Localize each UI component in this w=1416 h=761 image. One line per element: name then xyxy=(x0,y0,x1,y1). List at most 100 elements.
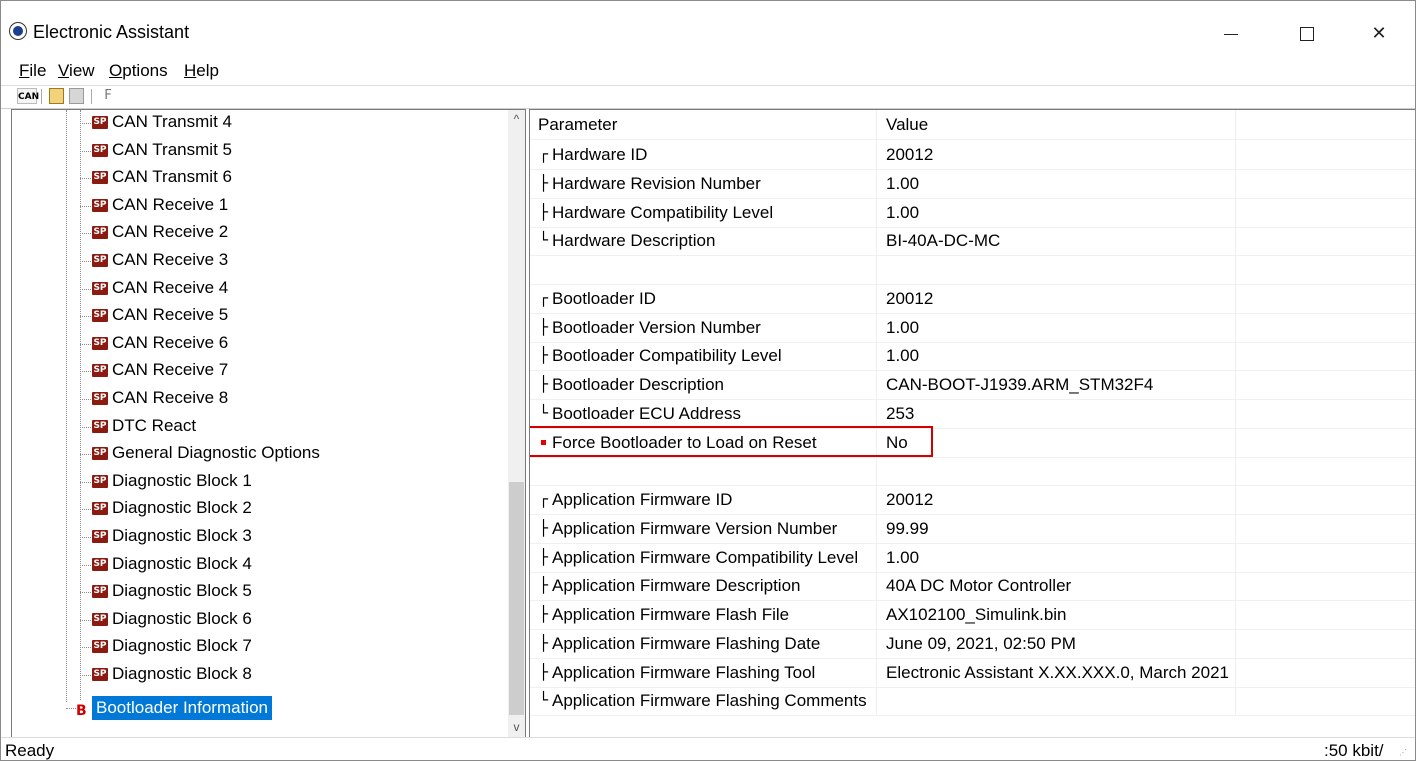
tree-item[interactable]: SP CAN Transmit 5 xyxy=(12,138,508,164)
resize-grip-icon[interactable]: ⋰ xyxy=(1399,748,1407,757)
tree-item[interactable]: SP CAN Receive 5 xyxy=(12,303,508,329)
table-row[interactable]: ┌ Hardware ID 20012 xyxy=(530,140,1415,170)
scroll-down-arrow-icon[interactable]: v xyxy=(508,718,525,735)
parameter-value-cell[interactable]: 20012 xyxy=(877,485,1236,514)
parameter-name: Application Firmware Flashing Date xyxy=(552,633,821,653)
tree-item[interactable]: SP CAN Receive 7 xyxy=(12,358,508,384)
parameter-name: Application Firmware Compatibility Level xyxy=(552,547,859,567)
tree-item[interactable]: SP General Diagnostic Options xyxy=(12,441,508,467)
menu-file[interactable]: File xyxy=(19,61,46,81)
parameter-value-cell[interactable]: 1.00 xyxy=(877,168,1236,198)
scroll-up-arrow-icon[interactable]: ^ xyxy=(508,110,525,127)
maximize-button[interactable] xyxy=(1287,15,1327,51)
table-row[interactable]: └ Application Firmware Flashing Comments xyxy=(530,686,1415,717)
parameter-value-cell[interactable]: 20012 xyxy=(877,283,1236,313)
table-row[interactable]: ├ Hardware Revision Number 1.00 xyxy=(530,168,1415,199)
tree-item[interactable]: SP CAN Receive 3 xyxy=(12,248,508,274)
minimize-button[interactable] xyxy=(1211,15,1251,51)
tree-item[interactable]: SP CAN Receive 1 xyxy=(12,193,508,219)
tree-item[interactable]: SP CAN Transmit 4 xyxy=(12,110,508,136)
parameter-value-cell[interactable] xyxy=(877,456,1236,486)
tree-glyph-icon: ┌ xyxy=(539,145,549,163)
table-row[interactable]: ┌ Application Firmware ID 20012 xyxy=(530,485,1415,515)
sp-icon: SP xyxy=(92,226,108,240)
parameter-value-cell[interactable] xyxy=(877,686,1236,716)
parameter-value-cell[interactable]: 1.00 xyxy=(877,197,1236,227)
table-row[interactable]: └ Hardware Description BI-40A-DC-MC xyxy=(530,226,1415,257)
parameter-value-cell[interactable]: AX102100_Simulink.bin xyxy=(877,600,1236,629)
parameter-value-cell[interactable]: 1.00 xyxy=(877,341,1236,371)
table-row[interactable]: ├ Bootloader Version Number 1.00 xyxy=(530,312,1415,343)
tree-item[interactable]: SP CAN Transmit 6 xyxy=(12,165,508,191)
tree-item[interactable]: SP Diagnostic Block 5 xyxy=(12,579,508,605)
menu-view[interactable]: View xyxy=(58,61,95,81)
parameter-value-cell[interactable]: CAN-BOOT-J1939.ARM_STM32F4 xyxy=(877,370,1236,399)
tree-item-label: CAN Receive 4 xyxy=(112,277,229,297)
sp-icon: SP xyxy=(92,364,108,378)
parameter-value-cell[interactable] xyxy=(877,255,1236,284)
parameter-value-cell[interactable]: 1.00 xyxy=(877,542,1236,572)
table-row[interactable]: ├ Application Firmware Compatibility Leve… xyxy=(530,542,1415,573)
toolbar-separator xyxy=(41,89,42,104)
tree-scrollbar[interactable]: ^ v xyxy=(508,110,525,737)
table-header: Parameter Value xyxy=(530,110,1415,140)
tree-connector xyxy=(80,371,91,373)
parameter-value-cell[interactable]: June 09, 2021, 02:50 PM xyxy=(877,628,1236,658)
close-button[interactable]: ✕ xyxy=(1359,15,1399,51)
tree-item[interactable]: SP Diagnostic Block 8 xyxy=(12,662,508,688)
parameter-value-cell[interactable]: 99.99 xyxy=(877,513,1236,543)
tree-item[interactable]: SP Diagnostic Block 6 xyxy=(12,607,508,633)
column-header-parameter[interactable]: Parameter xyxy=(530,110,877,139)
parameter-name-cell: ├ Application Firmware Flash File xyxy=(530,600,877,629)
tree-item[interactable]: SP CAN Receive 2 xyxy=(12,220,508,246)
parameter-value-cell[interactable]: 40A DC Motor Controller xyxy=(877,571,1236,601)
tree-item-label: CAN Transmit 6 xyxy=(112,167,232,187)
tree-item[interactable]: SP Diagnostic Block 1 xyxy=(12,469,508,495)
table-row[interactable] xyxy=(530,456,1415,487)
tree-item[interactable]: SP DTC React xyxy=(12,414,508,440)
can-connect-button[interactable]: CAN xyxy=(17,88,39,104)
table-row[interactable]: ├ Application Firmware Description 40A DC … xyxy=(530,571,1415,602)
parameter-value: 20012 xyxy=(886,145,934,164)
parameter-value-cell[interactable]: BI-40A-DC-MC xyxy=(877,226,1236,256)
tree-item[interactable]: SP Diagnostic Block 2 xyxy=(12,496,508,522)
table-row[interactable]: ├ Application Firmware Flashing Tool Elect… xyxy=(530,657,1415,688)
tree-connector xyxy=(80,675,91,676)
tree-item[interactable]: SP Diagnostic Block 4 xyxy=(12,552,508,578)
tree-item[interactable]: SP Diagnostic Block 3 xyxy=(12,524,508,550)
table-row[interactable]: ├ Hardware Compatibility Level 1.00 xyxy=(530,197,1415,228)
tree-glyph-icon: ├ xyxy=(539,202,549,221)
column-header-value[interactable]: Value xyxy=(877,110,1236,139)
parameter-name: Application Firmware Flashing Tool xyxy=(552,662,816,682)
table-row[interactable]: ┌ Bootloader ID 20012 xyxy=(530,283,1415,314)
tree-item[interactable]: SP CAN Receive 8 xyxy=(12,386,508,412)
tree-glyph-icon: ┌ xyxy=(539,288,549,307)
table-row[interactable]: ├ Application Firmware Version Number 99.9… xyxy=(530,513,1415,544)
title-bar[interactable]: Electronic Assistant ✕ xyxy=(1,1,1415,59)
parameter-value-cell[interactable]: Electronic Assistant X.XX.XXX.0, March 2… xyxy=(877,657,1236,687)
scroll-thumb[interactable] xyxy=(509,482,524,715)
table-row[interactable]: ├ Application Firmware Flash File AX102100… xyxy=(530,600,1415,630)
tree-item[interactable]: SP CAN Receive 4 xyxy=(12,276,508,302)
flash-button[interactable]: F xyxy=(101,88,115,104)
table-row[interactable]: ├ Application Firmware Flashing Date June … xyxy=(530,628,1415,659)
table-row[interactable]: ├ Bootloader Compatibility Level 1.00 xyxy=(530,341,1415,372)
parameter-value: 20012 xyxy=(886,490,934,509)
sp-icon: SP xyxy=(92,281,108,295)
menu-options[interactable]: Options xyxy=(109,61,168,81)
menu-help[interactable]: Help xyxy=(184,61,219,81)
tree-item[interactable]: SP CAN Receive 6 xyxy=(12,331,508,357)
parameter-value-cell[interactable]: 20012 xyxy=(877,140,1236,169)
table-row[interactable]: └ Bootloader ECU Address 253 xyxy=(530,398,1415,429)
table-row[interactable]: ├ Bootloader Description CAN-BOOT-J1939.AR… xyxy=(530,370,1415,400)
tree-connector xyxy=(80,399,91,400)
tree-view[interactable]: SP CAN Transmit 4 SP CAN Transmit 5 SP CAN Tr… xyxy=(11,109,526,738)
tree-item-bootloader-information[interactable]: Bootloader Information xyxy=(92,696,272,720)
tree-item[interactable]: SP Diagnostic Block 7 xyxy=(12,634,508,660)
parameter-value-cell[interactable]: 1.00 xyxy=(877,312,1236,342)
table-row[interactable] xyxy=(530,255,1415,285)
parameter-name: Hardware Compatibility Level xyxy=(552,202,774,222)
sp-save-button[interactable] xyxy=(69,88,84,104)
sp-folder-button[interactable] xyxy=(49,88,64,104)
parameter-value-cell[interactable]: 253 xyxy=(877,398,1236,428)
